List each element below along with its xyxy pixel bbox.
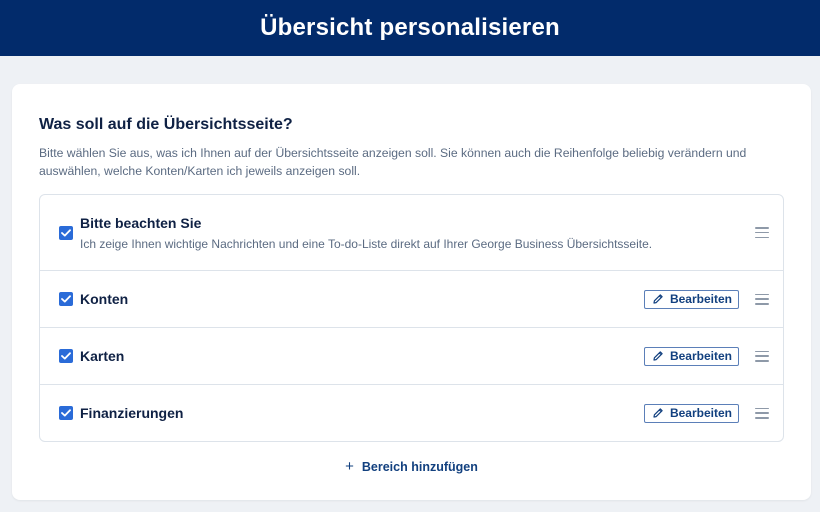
add-section-button[interactable]: + Bereich hinzufügen xyxy=(39,458,784,475)
list-item-accounts: Konten Bearbeiten xyxy=(40,270,783,327)
page-header: Übersicht personalisieren xyxy=(0,0,820,56)
check-icon xyxy=(61,228,71,236)
pencil-icon xyxy=(652,350,664,362)
check-icon xyxy=(61,409,71,417)
overview-items-list: Bitte beachten Sie Ich zeige Ihnen wicht… xyxy=(39,194,784,442)
checkbox-accounts[interactable] xyxy=(59,292,73,306)
page-title: Übersicht personalisieren xyxy=(260,14,560,41)
checkbox-notices[interactable] xyxy=(59,225,73,240)
drag-handle-icon[interactable] xyxy=(755,293,769,305)
item-description: Ich zeige Ihnen wichtige Nachrichten und… xyxy=(80,236,653,251)
item-label: Bitte beachten Sie xyxy=(80,214,202,231)
item-label: Konten xyxy=(80,291,129,307)
drag-handle-icon[interactable] xyxy=(755,227,769,238)
check-icon xyxy=(61,295,71,303)
checkbox-financing[interactable] xyxy=(59,406,73,420)
section-title: Was soll auf die Übersichtsseite? xyxy=(39,116,293,133)
list-item-cards: Karten Bearbeiten xyxy=(40,327,783,384)
drag-handle-icon[interactable] xyxy=(755,407,769,419)
pencil-icon xyxy=(652,407,664,419)
list-item-notices: Bitte beachten Sie Ich zeige Ihnen wicht… xyxy=(40,195,783,270)
edit-financing-button[interactable]: Bearbeiten xyxy=(643,403,739,423)
list-item-financing: Finanzierungen Bearbeiten xyxy=(40,384,783,441)
item-label: Karten xyxy=(80,348,125,364)
checkbox-cards[interactable] xyxy=(59,349,73,363)
item-label: Finanzierungen xyxy=(80,405,184,421)
settings-card: Was soll auf die Übersichtsseite? Bitte … xyxy=(12,84,811,500)
edit-button-label: Bearbeiten xyxy=(669,406,732,420)
plus-icon: + xyxy=(345,458,354,475)
edit-accounts-button[interactable]: Bearbeiten xyxy=(643,289,739,309)
drag-handle-icon[interactable] xyxy=(755,350,769,362)
edit-cards-button[interactable]: Bearbeiten xyxy=(643,346,739,366)
pencil-icon xyxy=(652,293,664,305)
check-icon xyxy=(61,352,71,360)
section-description: Bitte wählen Sie aus, was ich Ihnen auf … xyxy=(39,146,747,178)
edit-button-label: Bearbeiten xyxy=(669,349,732,363)
add-section-label: Bereich hinzufügen xyxy=(361,460,478,474)
edit-button-label: Bearbeiten xyxy=(669,292,732,306)
